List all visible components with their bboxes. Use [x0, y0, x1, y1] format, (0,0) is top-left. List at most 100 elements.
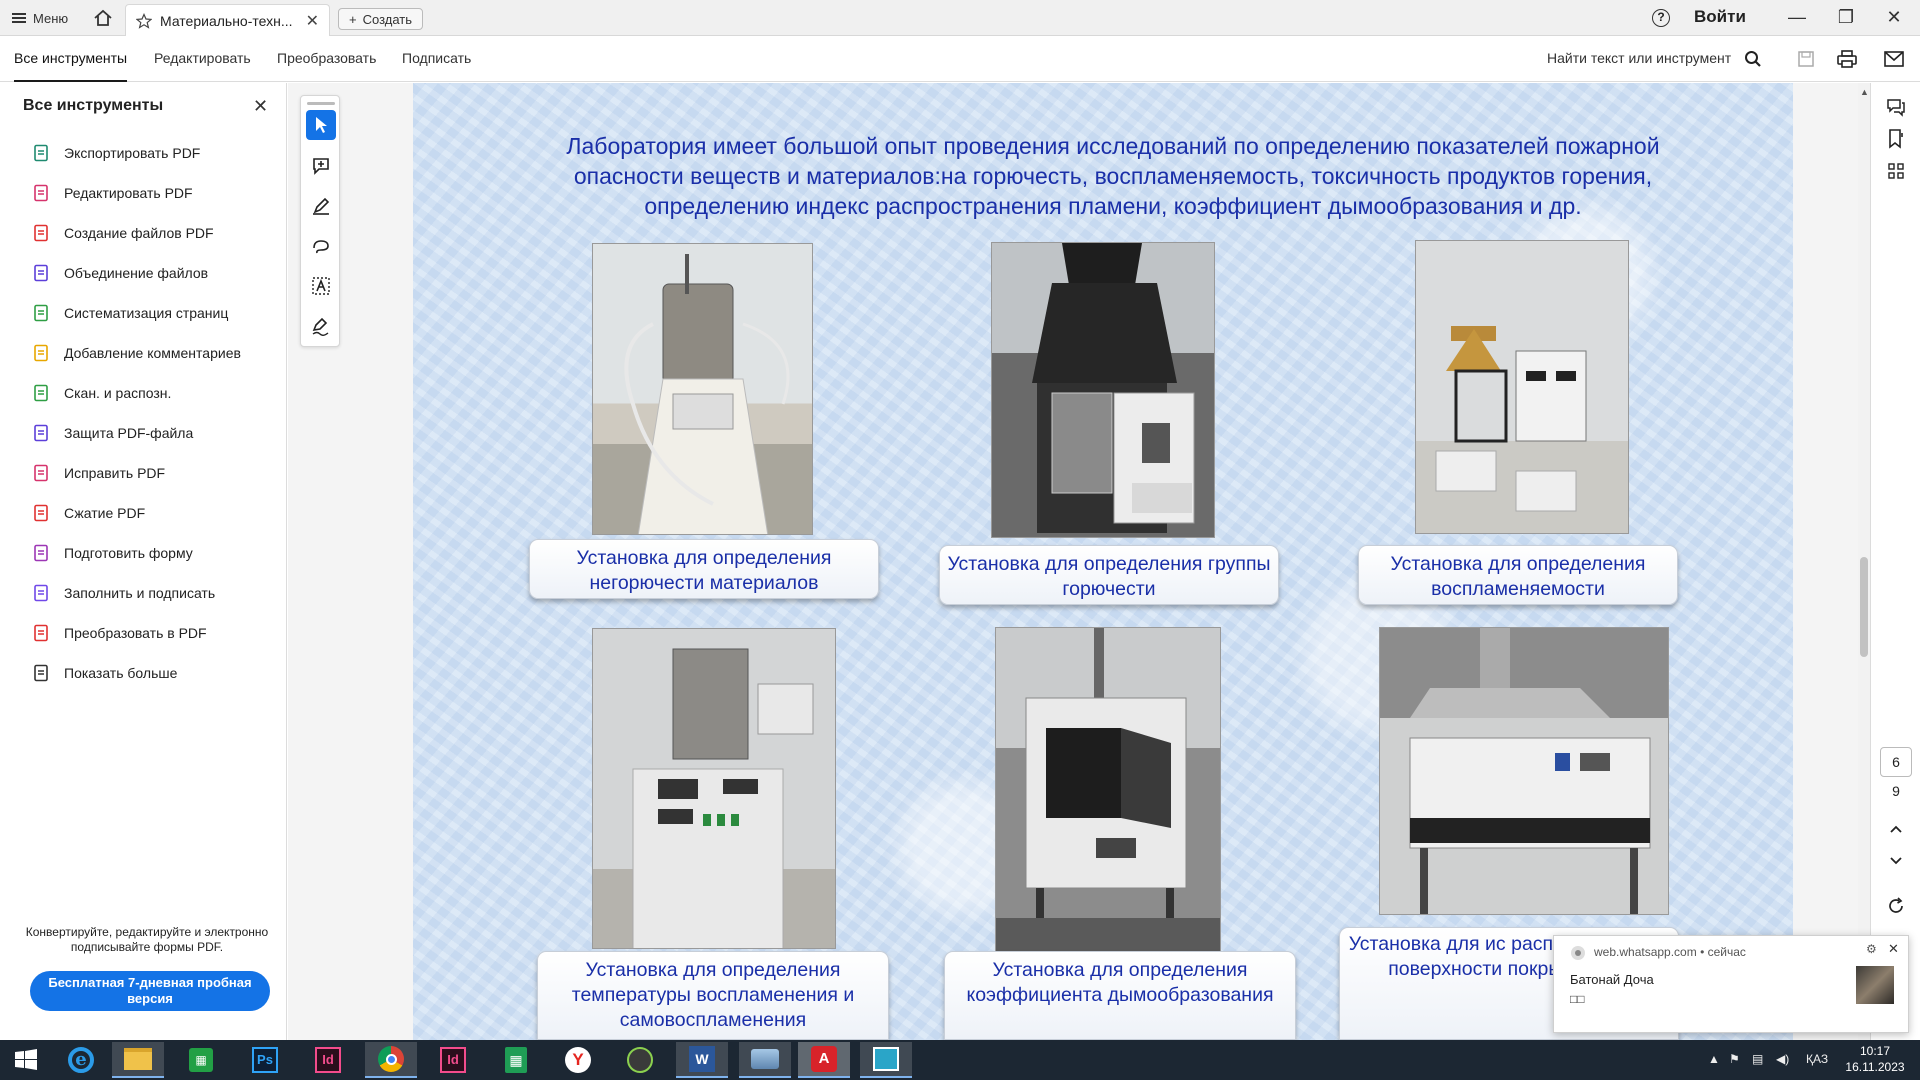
select-tool[interactable] [306, 110, 336, 140]
mail-icon[interactable] [1883, 48, 1905, 70]
scanner-icon[interactable] [739, 1042, 791, 1078]
home-button[interactable] [92, 7, 114, 29]
start-button[interactable] [0, 1042, 52, 1078]
menu-label: Меню [33, 10, 69, 26]
document-tab[interactable]: Материально-техн... ✕ [125, 4, 330, 36]
create-label: Создать [362, 11, 412, 27]
chrome-taskbar-icon[interactable] [365, 1042, 417, 1078]
tool-item-convert-pdf[interactable]: Преобразовать в PDF [32, 613, 241, 653]
show-hidden-icons[interactable]: ▲ [1708, 1052, 1720, 1066]
help-icon[interactable]: ? [1652, 9, 1670, 27]
search-icon[interactable] [1742, 48, 1764, 70]
settings-icon[interactable]: ⚙ [1866, 942, 1877, 956]
flag-icon[interactable]: ⚑ [1729, 1052, 1740, 1066]
tool-item-export-pdf[interactable]: Экспортировать PDF [32, 133, 241, 173]
text-tool[interactable] [306, 271, 336, 301]
tool-item-label: Исправить PDF [64, 465, 166, 481]
drag-handle[interactable] [307, 102, 335, 105]
dismiss-notification-icon[interactable]: ✕ [1888, 941, 1899, 957]
browser-notification[interactable]: web.whatsapp.com • сейчас ⚙ ✕ Батонай До… [1553, 935, 1909, 1033]
panel-title: Все инструменты [23, 97, 164, 114]
menu-button[interactable]: Меню [12, 7, 68, 29]
tab-all-tools[interactable]: Все инструменты [14, 50, 128, 82]
tool-item-prepare-form[interactable]: Подготовить форму [32, 533, 241, 573]
plus-icon: + [349, 11, 357, 27]
current-page-field[interactable]: 6 [1880, 747, 1912, 777]
yandex-browser-icon[interactable]: Y [552, 1042, 604, 1078]
fill-sign-icon [32, 584, 50, 602]
comments-icon[interactable] [1884, 95, 1908, 119]
tool-item-protect-pdf[interactable]: Защита PDF-файла [32, 413, 241, 453]
previous-page-icon[interactable] [1884, 817, 1908, 841]
find-tool-label[interactable]: Найти текст или инструмент [1547, 50, 1731, 66]
thumbnails-icon[interactable] [1884, 159, 1908, 183]
signin-button[interactable]: Войти [1694, 7, 1746, 27]
indesign-2-icon[interactable]: Id [427, 1042, 479, 1078]
minimize-icon[interactable]: — [1777, 4, 1817, 32]
pdf-page: Лаборатория имеет большой опыт проведени… [413, 83, 1793, 1040]
restore-icon[interactable]: ❐ [1826, 4, 1866, 32]
calculator-icon[interactable]: ▦ [490, 1042, 542, 1078]
tool-item-edit-pdf[interactable]: Редактировать PDF [32, 173, 241, 213]
tool-item-scan-ocr[interactable]: Скан. и распозн. [32, 373, 241, 413]
refresh-icon[interactable] [1884, 894, 1908, 918]
cursor-icon [316, 117, 327, 133]
scroll-up-icon[interactable]: ▲ [1860, 87, 1869, 97]
indesign-icon[interactable]: Id [302, 1042, 354, 1078]
next-page-icon[interactable] [1884, 849, 1908, 873]
system-clock[interactable]: 10:17 16.11.2023 [1840, 1043, 1910, 1075]
tool-item-fill-sign[interactable]: Заполнить и подписать [32, 573, 241, 613]
text-box-icon [312, 277, 330, 295]
tab-edit[interactable]: Редактировать [154, 50, 251, 66]
caption-ignition-temperature: Установка для определения температуры во… [537, 951, 889, 1040]
create-button[interactable]: + Создать [338, 8, 423, 30]
acrobat-icon[interactable]: A [798, 1042, 850, 1078]
network-icon[interactable]: ▤ [1752, 1052, 1763, 1066]
save-icon[interactable] [1795, 48, 1817, 70]
photo-ignition-temperature-apparatus [592, 628, 836, 949]
tool-item-label: Объединение файлов [64, 265, 209, 281]
document-viewport[interactable]: Лаборатория имеет большой опыт проведени… [288, 83, 1858, 1040]
photoshop-icon[interactable]: Ps [239, 1042, 291, 1078]
pen-icon [313, 197, 330, 215]
tool-item-combine-files[interactable]: Объединение файлов [32, 253, 241, 293]
tool-item-label: Редактировать PDF [64, 185, 193, 201]
tool-item-label: Преобразовать в PDF [64, 625, 207, 641]
comment-plus-icon [313, 158, 329, 175]
notification-source: web.whatsapp.com • сейчас [1594, 945, 1746, 959]
tool-item-wrench[interactable]: Показать больше [32, 653, 241, 693]
store-icon[interactable]: ▦ [175, 1042, 227, 1078]
file-explorer-icon[interactable] [112, 1042, 164, 1078]
close-tab-icon[interactable]: ✕ [306, 11, 319, 31]
internet-explorer-icon[interactable]: e [55, 1042, 107, 1078]
main-toolbar: Все инструменты Редактировать Преобразов… [0, 36, 1920, 82]
tool-item-organize-pages[interactable]: Систематизация страниц [32, 293, 241, 333]
tool-item-create-pdf[interactable]: Создание файлов PDF [32, 213, 241, 253]
tool-item-compress-pdf[interactable]: Сжатие PDF [32, 493, 241, 533]
word-icon[interactable]: W [676, 1042, 728, 1078]
close-window-icon[interactable]: ✕ [1874, 4, 1914, 32]
close-panel-icon[interactable]: ✕ [253, 96, 268, 117]
sign-tool[interactable] [306, 311, 336, 341]
add-comment-tool[interactable] [306, 151, 336, 181]
scrollbar-thumb[interactable] [1860, 557, 1868, 657]
bookmark-icon[interactable] [1884, 127, 1908, 151]
volume-icon[interactable]: ◀) [1776, 1052, 1789, 1066]
convert-pdf-icon [32, 624, 50, 642]
redact-pdf-icon [32, 464, 50, 482]
vertical-scrollbar[interactable]: ▲ ▼ [1858, 83, 1870, 1040]
photos-icon[interactable] [860, 1042, 912, 1078]
star-icon[interactable] [136, 12, 152, 29]
tab-convert[interactable]: Преобразовать [277, 50, 376, 66]
print-icon[interactable] [1836, 48, 1858, 70]
tools-list: Экспортировать PDF Редактировать PDF Созда… [32, 133, 241, 693]
draw-tool[interactable] [306, 231, 336, 261]
highlight-tool[interactable] [306, 191, 336, 221]
tab-sign[interactable]: Подписать [402, 50, 471, 66]
free-trial-button[interactable]: Бесплатная 7-дневная пробная версия [30, 971, 270, 1011]
language-indicator[interactable]: ҚАЗ [1806, 1052, 1828, 1066]
tool-item-comment[interactable]: Добавление комментариев [32, 333, 241, 373]
organize-pages-icon [32, 304, 50, 322]
tool-item-redact-pdf[interactable]: Исправить PDF [32, 453, 241, 493]
app-globe-icon[interactable] [614, 1042, 666, 1078]
